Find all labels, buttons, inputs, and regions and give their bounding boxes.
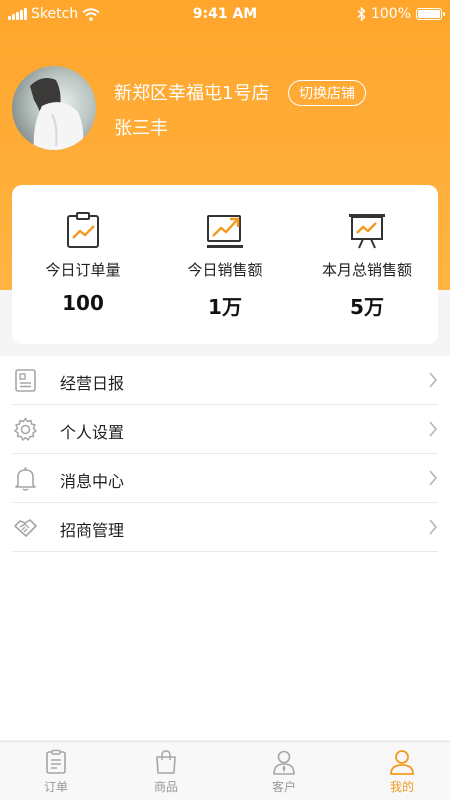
- menu-label: 招商管理: [60, 521, 125, 540]
- menu-item-daily-report[interactable]: 经营日报: [0, 356, 450, 405]
- monitor-trend-icon: [207, 215, 243, 248]
- stat-sales-month[interactable]: 本月总销售额 5万: [296, 185, 438, 344]
- customer-icon: [273, 750, 295, 775]
- stats-card: 今日订单量 100 今日销售额 1万 本月总销售额 5万: [12, 185, 438, 344]
- battery-percent: 100%: [370, 6, 411, 22]
- bluetooth-icon: [357, 7, 366, 21]
- battery-icon: [416, 8, 445, 20]
- handshake-icon: [14, 519, 37, 537]
- status-right: 100%: [357, 6, 445, 22]
- tab-products[interactable]: 商品: [110, 742, 222, 800]
- divider: [12, 551, 438, 552]
- battery-fill: [418, 10, 440, 18]
- tab-label: 我的: [389, 780, 414, 794]
- user-name: 张三丰: [114, 118, 168, 139]
- chevron-right-icon: [429, 519, 438, 535]
- avatar-photo: [30, 78, 84, 150]
- chevron-right-icon: [429, 421, 438, 437]
- tab-label: 订单: [43, 780, 68, 794]
- stat-orders-today[interactable]: 今日订单量 100: [12, 185, 154, 344]
- order-list-icon: [46, 749, 66, 774]
- stat-label: 今日销售额: [187, 261, 263, 279]
- shopping-bag-icon: [156, 750, 176, 774]
- tab-orders[interactable]: 订单: [0, 742, 112, 800]
- stat-label: 今日订单量: [45, 261, 121, 279]
- menu-label: 经营日报: [60, 374, 125, 393]
- clipboard-chart-icon: [67, 212, 99, 248]
- stat-value: 100: [62, 291, 104, 315]
- stat-label: 本月总销售额: [321, 261, 412, 279]
- switch-store-button[interactable]: 切换店铺: [288, 80, 366, 106]
- menu-item-merchant-management[interactable]: 招商管理: [0, 503, 450, 552]
- settings-menu: 经营日报 个人设置 消息中心 招商管理: [0, 356, 450, 740]
- store-name: 新郑区幸福屯1号店: [114, 83, 270, 104]
- tab-mine[interactable]: 我的: [346, 742, 450, 800]
- gear-icon: [14, 417, 37, 441]
- menu-item-personal-settings[interactable]: 个人设置: [0, 405, 450, 454]
- tab-customers[interactable]: 客户: [228, 742, 340, 800]
- presentation-board-icon: [349, 214, 385, 249]
- stat-value: 1万: [208, 295, 242, 319]
- user-icon: [390, 750, 414, 775]
- stat-sales-today[interactable]: 今日销售额 1万: [154, 185, 296, 344]
- status-bar: Sketch 9:41 AM 100%: [0, 0, 450, 30]
- tab-label: 商品: [153, 780, 178, 794]
- bottom-tab-bar: 订单 商品 客户 我的: [0, 741, 450, 800]
- chevron-right-icon: [429, 372, 438, 388]
- menu-label: 消息中心: [60, 472, 125, 491]
- chevron-right-icon: [429, 470, 438, 486]
- menu-item-message-center[interactable]: 消息中心: [0, 454, 450, 503]
- bell-icon: [15, 467, 36, 491]
- report-icon: [15, 369, 36, 392]
- menu-label: 个人设置: [60, 423, 125, 442]
- avatar[interactable]: [12, 66, 96, 150]
- stat-value: 5万: [350, 295, 384, 319]
- tab-label: 客户: [271, 780, 296, 794]
